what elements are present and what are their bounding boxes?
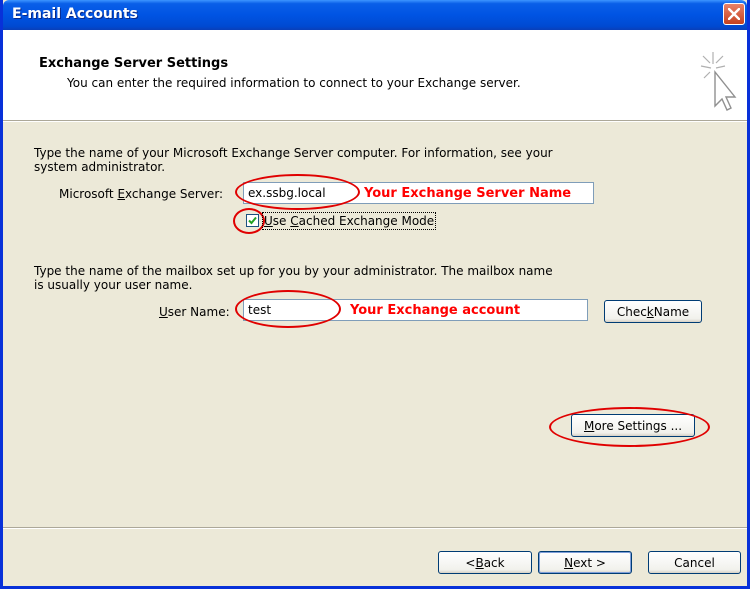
next-button[interactable]: Next > — [538, 551, 632, 574]
email-accounts-dialog: E-mail Accounts Exchange Server Settings… — [0, 0, 750, 589]
cancel-button[interactable]: Cancel — [648, 551, 741, 574]
cached-mode-label[interactable]: Use Cached Exchange Mode — [261, 212, 437, 230]
exchange-account-annotation: Your Exchange account — [350, 303, 521, 318]
mailbox-instruction-line1: Type the name of the mailbox set up for … — [34, 264, 553, 278]
server-highlight-oval — [235, 174, 360, 210]
title-bar[interactable]: E-mail Accounts — [3, 0, 747, 30]
server-instruction-line2: system administrator. — [34, 160, 166, 174]
close-button[interactable] — [723, 3, 745, 25]
wizard-sparkle-cursor-icon — [700, 52, 737, 111]
server-name-annotation: Your Exchange Server Name — [364, 186, 572, 201]
page-title: Exchange Server Settings — [39, 56, 229, 71]
back-button[interactable]: < Back — [438, 551, 532, 574]
mailbox-instruction-line2: is usually your user name. — [34, 278, 193, 292]
close-icon — [728, 8, 740, 20]
check-name-button[interactable]: Chec k Name — [604, 300, 702, 323]
footer-divider — [3, 527, 747, 529]
header-divider — [3, 120, 747, 122]
more-settings-highlight-oval — [549, 407, 710, 447]
server-instruction-line1: Type the name of your Microsoft Exchange… — [34, 146, 553, 160]
cached-mode-highlight-oval — [233, 208, 265, 234]
wizard-header: Exchange Server Settings You can enter t… — [3, 30, 747, 120]
page-subtitle: You can enter the required information t… — [67, 76, 521, 90]
user-name-label: User Name: — [159, 305, 230, 319]
exchange-server-label: Microsoft Exchange Server: — [59, 187, 224, 201]
window-title: E-mail Accounts — [12, 6, 138, 22]
user-name-highlight-oval — [235, 290, 341, 328]
